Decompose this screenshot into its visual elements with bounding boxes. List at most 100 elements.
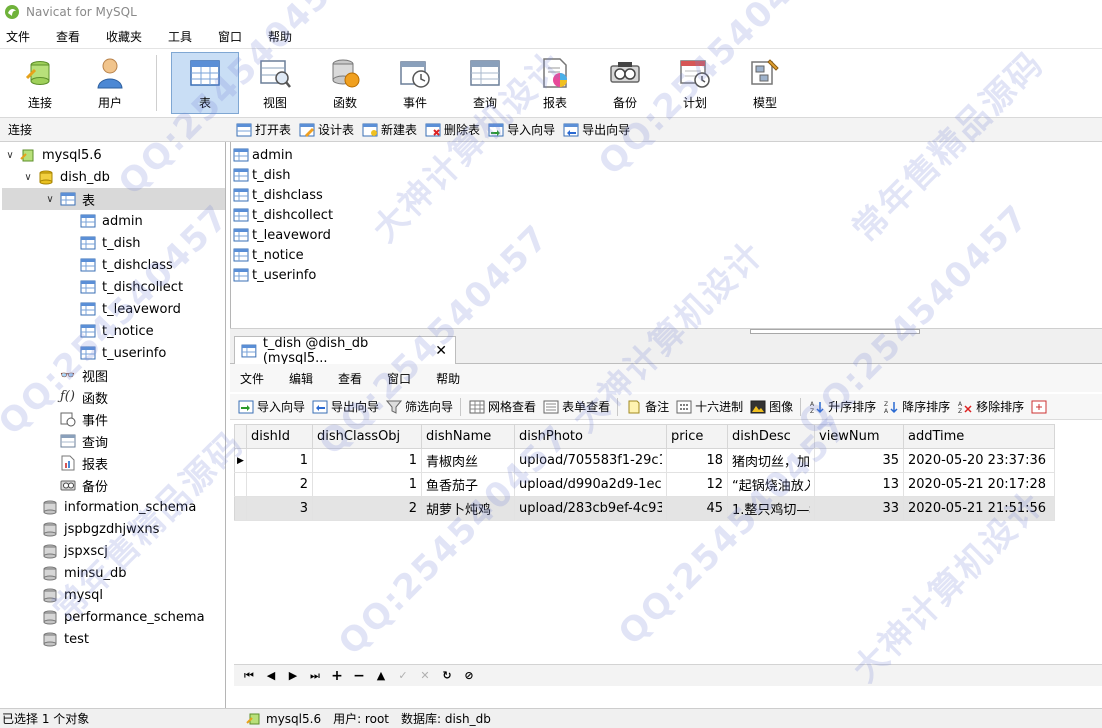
sort-descending-button[interactable]: ZA 降序排序 [883, 398, 950, 415]
commit-icon[interactable]: ✓ [394, 669, 412, 682]
cell-price[interactable]: 12 [666, 472, 728, 497]
tree-database-jspbgzdhjwxns[interactable]: jspbgzdhjwxns [42, 518, 225, 540]
previous-record-icon[interactable]: ◀ [262, 669, 280, 682]
toolbar-backup-button[interactable]: 备份 [591, 52, 659, 114]
hex-button[interactable]: 十六进制 [676, 398, 743, 415]
object-item-t-dishclass[interactable]: t_dishclass [233, 185, 323, 205]
cell-viewnum[interactable]: 35 [814, 448, 904, 473]
tree-node-queries[interactable]: 查询 [60, 430, 225, 452]
tree-table-t-notice[interactable]: t_notice [80, 320, 225, 342]
toolbar-event-button[interactable]: 事件 [381, 52, 449, 114]
toolbar-connection-button[interactable]: 连接 [6, 52, 74, 114]
delete-table-button[interactable]: 删除表 [425, 121, 480, 138]
sort-ascending-button[interactable]: AZ 升序排序 [809, 398, 876, 415]
toolbar-table-button[interactable]: 表 [171, 52, 239, 114]
inner-menu-help[interactable]: 帮助 [436, 370, 460, 387]
column-header-dishclassobj[interactable]: dishClassObj [312, 424, 422, 449]
tree-database-dish-db[interactable]: ∨ dish_db [22, 166, 225, 188]
memo-button[interactable]: 备注 [626, 398, 669, 415]
cell-price[interactable]: 18 [666, 448, 728, 473]
table-row[interactable]: ▶ 1 1 青椒肉丝 upload/705583f1-29c1 18 猪肉切丝，… [234, 448, 1055, 473]
cell-dishname[interactable]: 鱼香茄子 [421, 472, 515, 497]
inner-menu-edit[interactable]: 编辑 [289, 370, 313, 387]
menu-favorites[interactable]: 收藏夹 [106, 28, 168, 45]
tree-database-test[interactable]: test [42, 628, 225, 650]
table-row[interactable]: 2 1 鱼香茄子 upload/d990a2d9-1ec7 12 “起锅烧油放入… [234, 472, 1055, 497]
cell-dishclassobj[interactable]: 2 [312, 496, 422, 521]
delete-record-icon[interactable]: − [350, 668, 368, 684]
chevron-down-icon[interactable]: ∨ [4, 150, 16, 161]
toolbar-function-button[interactable]: 函数 [311, 52, 379, 114]
menu-window[interactable]: 窗口 [218, 28, 268, 45]
table-row[interactable]: 3 2 胡萝卜炖鸡 upload/283cb9ef-4c93 45 1.整只鸡切… [234, 496, 1055, 521]
tree-node-views[interactable]: 👓 视图 [60, 364, 225, 386]
object-item-t-userinfo[interactable]: t_userinfo [233, 265, 316, 285]
cell-dishdesc[interactable]: “起锅烧油放入 [727, 472, 815, 497]
menu-help[interactable]: 帮助 [268, 28, 318, 45]
refresh-icon[interactable]: ↻ [438, 669, 456, 682]
stop-icon[interactable]: ⊘ [460, 669, 478, 682]
filter-wizard-button[interactable]: 筛选向导 [386, 398, 453, 415]
cell-dishphoto[interactable]: upload/d990a2d9-1ec7 [514, 472, 667, 497]
cell-viewnum[interactable]: 33 [814, 496, 904, 521]
toolbar-report-button[interactable]: 报表 [521, 52, 589, 114]
cell-addtime[interactable]: 2020-05-21 21:51:56 [903, 496, 1055, 521]
tree-database-information-schema[interactable]: information_schema [42, 496, 225, 518]
menu-file[interactable]: 文件 [6, 28, 56, 45]
toolbar-user-button[interactable]: 用户 [76, 52, 144, 114]
tree-connection-mysql56[interactable]: ∨ mysql5.6 [4, 144, 225, 166]
discard-icon[interactable]: ✕ [416, 669, 434, 682]
menu-view[interactable]: 查看 [56, 28, 106, 45]
form-view-button[interactable]: 表单查看 [543, 398, 610, 415]
column-header-price[interactable]: price [666, 424, 728, 449]
cell-addtime[interactable]: 2020-05-20 23:37:36 [903, 448, 1055, 473]
column-header-addtime[interactable]: addTime [903, 424, 1055, 449]
close-icon[interactable]: ✕ [435, 343, 447, 359]
image-button[interactable]: 图像 [750, 398, 793, 415]
chevron-down-icon[interactable]: ∨ [44, 194, 56, 205]
toolbar-view-button[interactable]: 视图 [241, 52, 309, 114]
tree-database-jspxscj[interactable]: jspxscj [42, 540, 225, 562]
cell-dishdesc[interactable]: 猪肉切丝，加, [727, 448, 815, 473]
open-table-button[interactable]: 打开表 [236, 121, 291, 138]
cell-price[interactable]: 45 [666, 496, 728, 521]
tree-database-performance-schema[interactable]: performance_schema [42, 606, 225, 628]
cell-addtime[interactable]: 2020-05-21 20:17:28 [903, 472, 1055, 497]
tab-t-dish[interactable]: t_dish @dish_db (mysql5... ✕ [234, 336, 456, 366]
column-header-dishdesc[interactable]: dishDesc [727, 424, 815, 449]
tree-node-functions[interactable]: ƒ() 函数 [60, 386, 225, 408]
column-header-dishname[interactable]: dishName [421, 424, 515, 449]
tree-node-reports[interactable]: 报表 [60, 452, 225, 474]
cell-dishid[interactable]: 2 [246, 472, 313, 497]
remove-sort-button[interactable]: AZ 移除排序 [957, 398, 1024, 415]
tree-table-admin[interactable]: admin [80, 210, 225, 232]
cell-dishdesc[interactable]: 1.整只鸡切—‡ [727, 496, 815, 521]
chevron-down-icon[interactable]: ∨ [22, 172, 34, 183]
cell-dishid[interactable]: 1 [246, 448, 313, 473]
grid-view-button[interactable]: 网格查看 [469, 398, 536, 415]
inner-menu-file[interactable]: 文件 [240, 370, 264, 387]
tree-database-mysql[interactable]: mysql [42, 584, 225, 606]
cell-dishid[interactable]: 3 [246, 496, 313, 521]
tree-table-t-dishclass[interactable]: t_dishclass [80, 254, 225, 276]
toolbar-model-button[interactable]: 模型 [731, 52, 799, 114]
add-record-icon[interactable]: + [328, 668, 346, 684]
column-header-dishphoto[interactable]: dishPhoto [514, 424, 667, 449]
tree-table-t-dishcollect[interactable]: t_dishcollect [80, 276, 225, 298]
new-table-button[interactable]: 新建表 [362, 121, 417, 138]
grid-export-wizard-button[interactable]: 导出向导 [312, 398, 379, 415]
export-wizard-button[interactable]: 导出向导 [563, 121, 630, 138]
tree-tables-node[interactable]: ∨ 表 [2, 188, 225, 210]
grid-import-wizard-button[interactable]: 导入向导 [238, 398, 305, 415]
toolbar-schedule-button[interactable]: 计划 [661, 52, 729, 114]
apply-changes-icon[interactable]: ▲ [372, 669, 390, 682]
more-tools-icon[interactable] [1031, 400, 1047, 414]
cell-dishclassobj[interactable]: 1 [312, 472, 422, 497]
last-record-icon[interactable]: ⏭ [306, 669, 324, 683]
cell-dishname[interactable]: 胡萝卜炖鸡 [421, 496, 515, 521]
tree-table-t-leaveword[interactable]: t_leaveword [80, 298, 225, 320]
design-table-button[interactable]: 设计表 [299, 121, 354, 138]
cell-dishphoto[interactable]: upload/705583f1-29c1 [514, 448, 667, 473]
import-wizard-button[interactable]: 导入向导 [488, 121, 555, 138]
object-item-t-leaveword[interactable]: t_leaveword [233, 225, 331, 245]
